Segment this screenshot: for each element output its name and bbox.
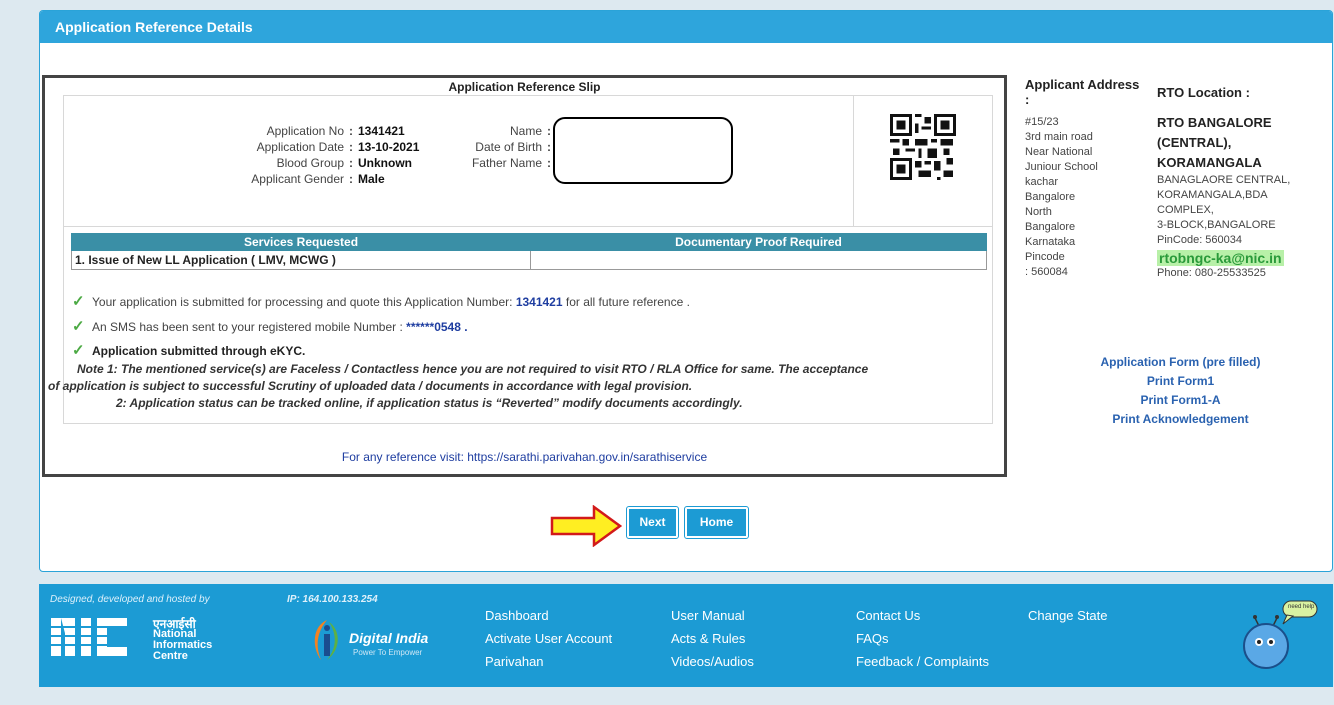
footer: Designed, developed and hosted by IP: 16… <box>39 584 1333 687</box>
info-row-application-date: Application Date:13-10-2021 <box>64 139 420 155</box>
qr-code-icon <box>890 114 956 180</box>
footer-col-2: User Manual Acts & Rules Videos/Audios <box>671 604 754 673</box>
redaction-box <box>553 117 733 184</box>
faqs-link[interactable]: FAQs <box>856 627 989 650</box>
ip-address: IP: 164.100.133.254 <box>287 594 378 605</box>
note-1: Note 1: The mentioned service(s) are Fac… <box>77 362 869 376</box>
info-row-blood-group: Blood Group: Unknown <box>64 155 412 171</box>
info-row-dob: Date of Birth: <box>412 139 556 155</box>
arrow-right-icon <box>550 505 622 547</box>
footer-col-1: Dashboard Activate User Account Parivaha… <box>485 604 612 673</box>
rto-email[interactable]: rtobngc-ka@nic.in <box>1157 250 1284 266</box>
rto-name: RTO BANGALORE (CENTRAL), KORAMANGALA <box>1157 115 1272 170</box>
print-acknowledgement-link[interactable]: Print Acknowledgement <box>1058 410 1303 429</box>
contact-us-link[interactable]: Contact Us <box>856 604 989 627</box>
reference-slip: Application Reference Slip Application N… <box>42 75 1007 477</box>
rto-location: RTO Location : RTO BANGALORE (CENTRAL), … <box>1157 85 1332 281</box>
rto-phone: Phone: 080-25533525 <box>1157 267 1266 279</box>
nic-logo: एनआईसी National Informatics Centre <box>51 614 231 664</box>
field-label: Name <box>509 124 542 138</box>
table-header: Services Requested <box>71 233 531 251</box>
note-1-continued: of application is subject to successful … <box>48 379 693 393</box>
applicant-address: Applicant Address : #15/23 3rd main road… <box>1025 77 1143 280</box>
info-row-name: Name: <box>412 123 556 139</box>
nic-name: National Informatics Centre <box>153 628 213 662</box>
help-bubble-text: need help <box>1288 604 1315 610</box>
field-label: Applicant Gender <box>251 172 344 186</box>
info-row-gender: Applicant Gender: Male <box>64 171 398 187</box>
reference-visit-link[interactable]: For any reference visit: https://sarathi… <box>45 450 1004 464</box>
info-row-application-no: Application No:1341421 <box>64 123 405 139</box>
application-form-link[interactable]: Application Form (pre filled) <box>1058 353 1303 372</box>
checkmark-icon: ✓ <box>72 342 85 359</box>
next-button[interactable]: Next <box>626 506 679 539</box>
field-label: Father Name <box>471 156 542 170</box>
field-label: Blood Group <box>276 156 344 170</box>
field-label: Date of Birth <box>475 140 542 154</box>
digital-india-tagline: Power To Empower <box>353 648 423 657</box>
digital-india-icon <box>314 620 338 660</box>
videos-audios-link[interactable]: Videos/Audios <box>671 650 754 673</box>
checkmark-icon: ✓ <box>72 293 85 310</box>
change-state-link[interactable]: Change State <box>1028 604 1108 627</box>
info-row-father-name: Father Name: <box>412 155 556 171</box>
applicant-info-mid: Name: Date of Birth: Father Name: <box>412 123 556 171</box>
application-number-highlight: 1341421 <box>515 295 563 309</box>
applicant-info-box: Application No:1341421 Application Date:… <box>63 95 993 227</box>
footer-col-4: Change State <box>1028 604 1108 627</box>
dashboard-link[interactable]: Dashboard <box>485 604 612 627</box>
services-box: Services Requested Documentary Proof Req… <box>48 226 993 424</box>
user-manual-link[interactable]: User Manual <box>671 604 754 627</box>
application-number: 1341421 <box>358 124 405 138</box>
parivahan-link[interactable]: Parivahan <box>485 650 612 673</box>
acts-rules-link[interactable]: Acts & Rules <box>671 627 754 650</box>
home-button[interactable]: Home <box>684 506 749 539</box>
message-submitted: ✓ Your application is submitted for proce… <box>72 293 690 310</box>
address-heading: Applicant Address : <box>1025 77 1140 107</box>
mobile-number-highlight: ******0548 . <box>406 320 468 334</box>
message-ekyc: ✓ Application submitted through eKYC. <box>72 342 306 359</box>
rto-heading: RTO Location : <box>1157 85 1250 100</box>
digital-india-name: Digital India <box>349 630 429 646</box>
blood-group: Unknown <box>358 156 412 170</box>
field-label: Application Date <box>256 140 344 154</box>
table-row: 1. Issue of New LL Application ( LMV, MC… <box>71 250 987 270</box>
services-table: Services Requested Documentary Proof Req… <box>71 233 987 270</box>
print-form1-link[interactable]: Print Form1 <box>1058 372 1303 391</box>
applicant-info-left: Application No:1341421 Application Date:… <box>64 123 420 187</box>
footer-col-3: Contact Us FAQs Feedback / Complaints <box>856 604 989 673</box>
activate-user-account-link[interactable]: Activate User Account <box>485 627 612 650</box>
table-header: Documentary Proof Required <box>530 233 987 251</box>
message-sms: ✓ An SMS has been sent to your registered… <box>72 318 468 335</box>
designed-by-text: Designed, developed and hosted by <box>50 594 210 605</box>
feedback-complaints-link[interactable]: Feedback / Complaints <box>856 650 989 673</box>
print-links: Application Form (pre filled) Print Form… <box>1058 353 1303 429</box>
print-form1a-link[interactable]: Print Form1-A <box>1058 391 1303 410</box>
note-2: 2: Application status can be tracked onl… <box>116 396 743 410</box>
application-date: 13-10-2021 <box>358 140 420 154</box>
table-cell <box>530 250 987 270</box>
panel-title: Application Reference Details <box>40 11 1332 43</box>
nic-logo-icon <box>51 618 151 656</box>
help-mascot[interactable]: need help <box>1239 598 1319 674</box>
field-label: Application No <box>266 124 344 138</box>
application-reference-panel: Application Reference Details Applicatio… <box>39 10 1333 572</box>
slip-title: Application Reference Slip <box>448 80 601 94</box>
table-cell: 1. Issue of New LL Application ( LMV, MC… <box>71 250 531 270</box>
checkmark-icon: ✓ <box>72 318 85 335</box>
applicant-gender: Male <box>358 172 385 186</box>
digital-india-logo: Digital India Power To Empower <box>307 616 457 666</box>
qr-cell <box>853 96 992 226</box>
